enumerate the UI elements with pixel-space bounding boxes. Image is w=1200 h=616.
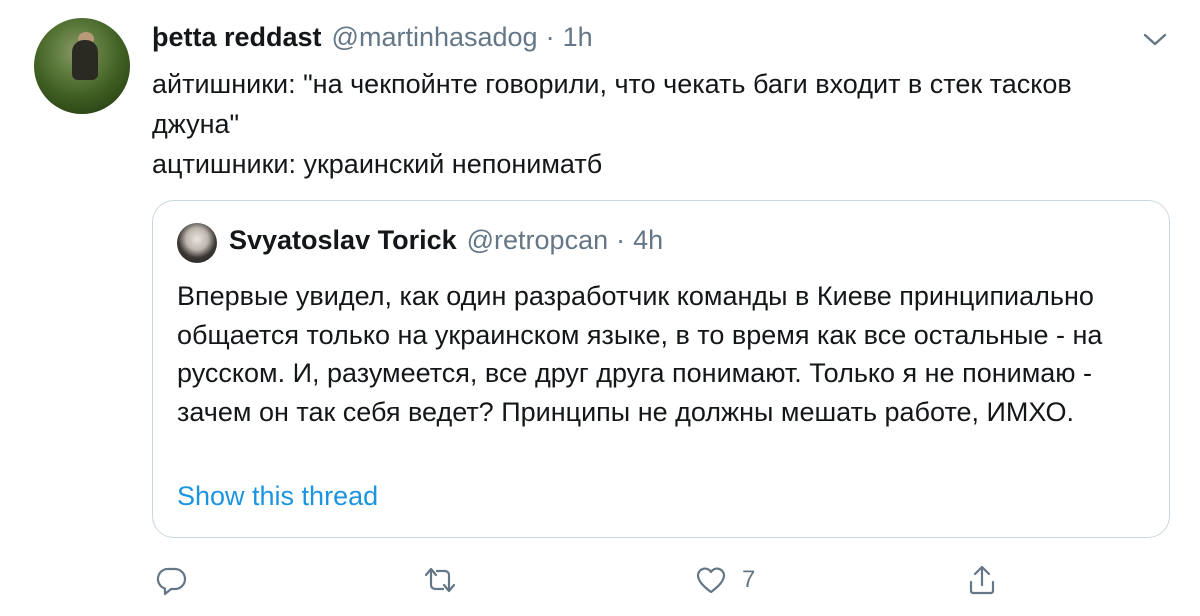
quoted-tweet-header: Svyatoslav Torick @retropcan · 4h (229, 225, 663, 259)
tweet-actions-bar: 7 (0, 560, 1200, 600)
quoted-author-name: Svyatoslav Torick (229, 225, 457, 255)
like-button[interactable]: 7 (694, 560, 755, 600)
share-icon (969, 565, 995, 595)
quoted-separator-dot: · (616, 225, 626, 255)
tweet-header: þetta reddast @martinhasadog · 1h (152, 22, 593, 56)
share-button[interactable] (966, 560, 998, 600)
tweet-text-line-1: айтишники: "на чекпойнте говорили, что ч… (152, 69, 1072, 139)
retweet-button[interactable] (422, 560, 458, 600)
chevron-down-icon (1143, 33, 1167, 46)
quoted-tweet[interactable]: Svyatoslav Torick @retropcan · 4h Впервы… (152, 200, 1170, 538)
reply-button[interactable] (156, 560, 188, 600)
quoted-tweet-text: Впервые увидел, как один разработчик ком… (177, 281, 1103, 427)
avatar-figure-shape (72, 40, 98, 80)
quoted-tweet-time: 4h (633, 225, 664, 255)
show-thread-link[interactable]: Show this thread (177, 481, 378, 512)
author-handle[interactable]: @martinhasadog (332, 22, 538, 53)
like-count: 7 (742, 566, 756, 593)
tweet-time[interactable]: 1h (563, 22, 593, 53)
author-name[interactable]: þetta reddast (152, 22, 322, 53)
separator-dot: · (545, 22, 555, 52)
heart-icon (696, 567, 726, 594)
tweet-text: айтишники: "на чекпойнте говорили, что ч… (152, 64, 1162, 184)
quoted-author-avatar[interactable] (177, 223, 217, 263)
author-avatar[interactable] (34, 18, 130, 114)
more-options-button[interactable] (1140, 28, 1170, 50)
tweet-text-line-2: ацтишники: украинский непониматб (152, 149, 603, 179)
retweet-icon (424, 567, 456, 593)
quoted-author-handle: @retropcan (466, 225, 609, 255)
reply-icon (156, 567, 187, 596)
